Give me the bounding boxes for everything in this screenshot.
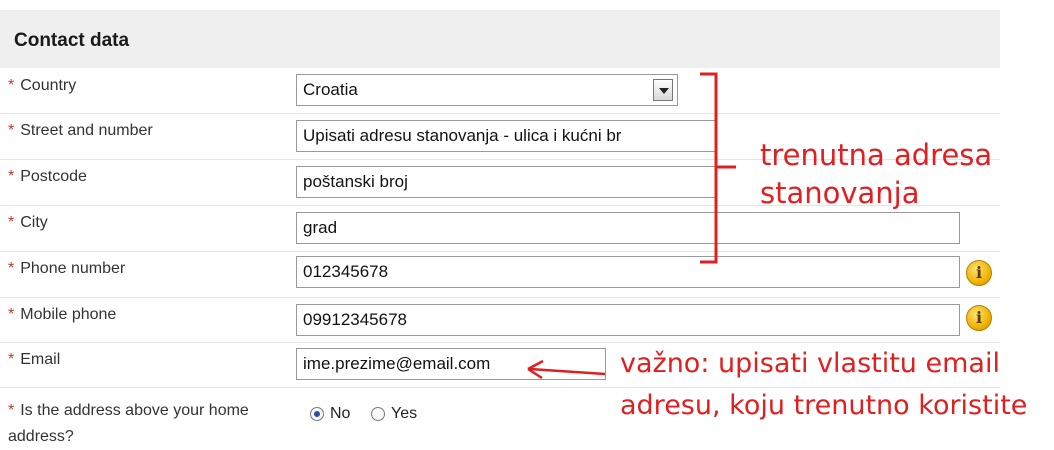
address-note: trenutna adresa stanovanja <box>760 138 993 210</box>
email-arrow-line <box>529 367 606 376</box>
email-note: važno: upisati vlastitu email adresu, ko… <box>620 348 1028 421</box>
address-bracket <box>700 72 736 264</box>
